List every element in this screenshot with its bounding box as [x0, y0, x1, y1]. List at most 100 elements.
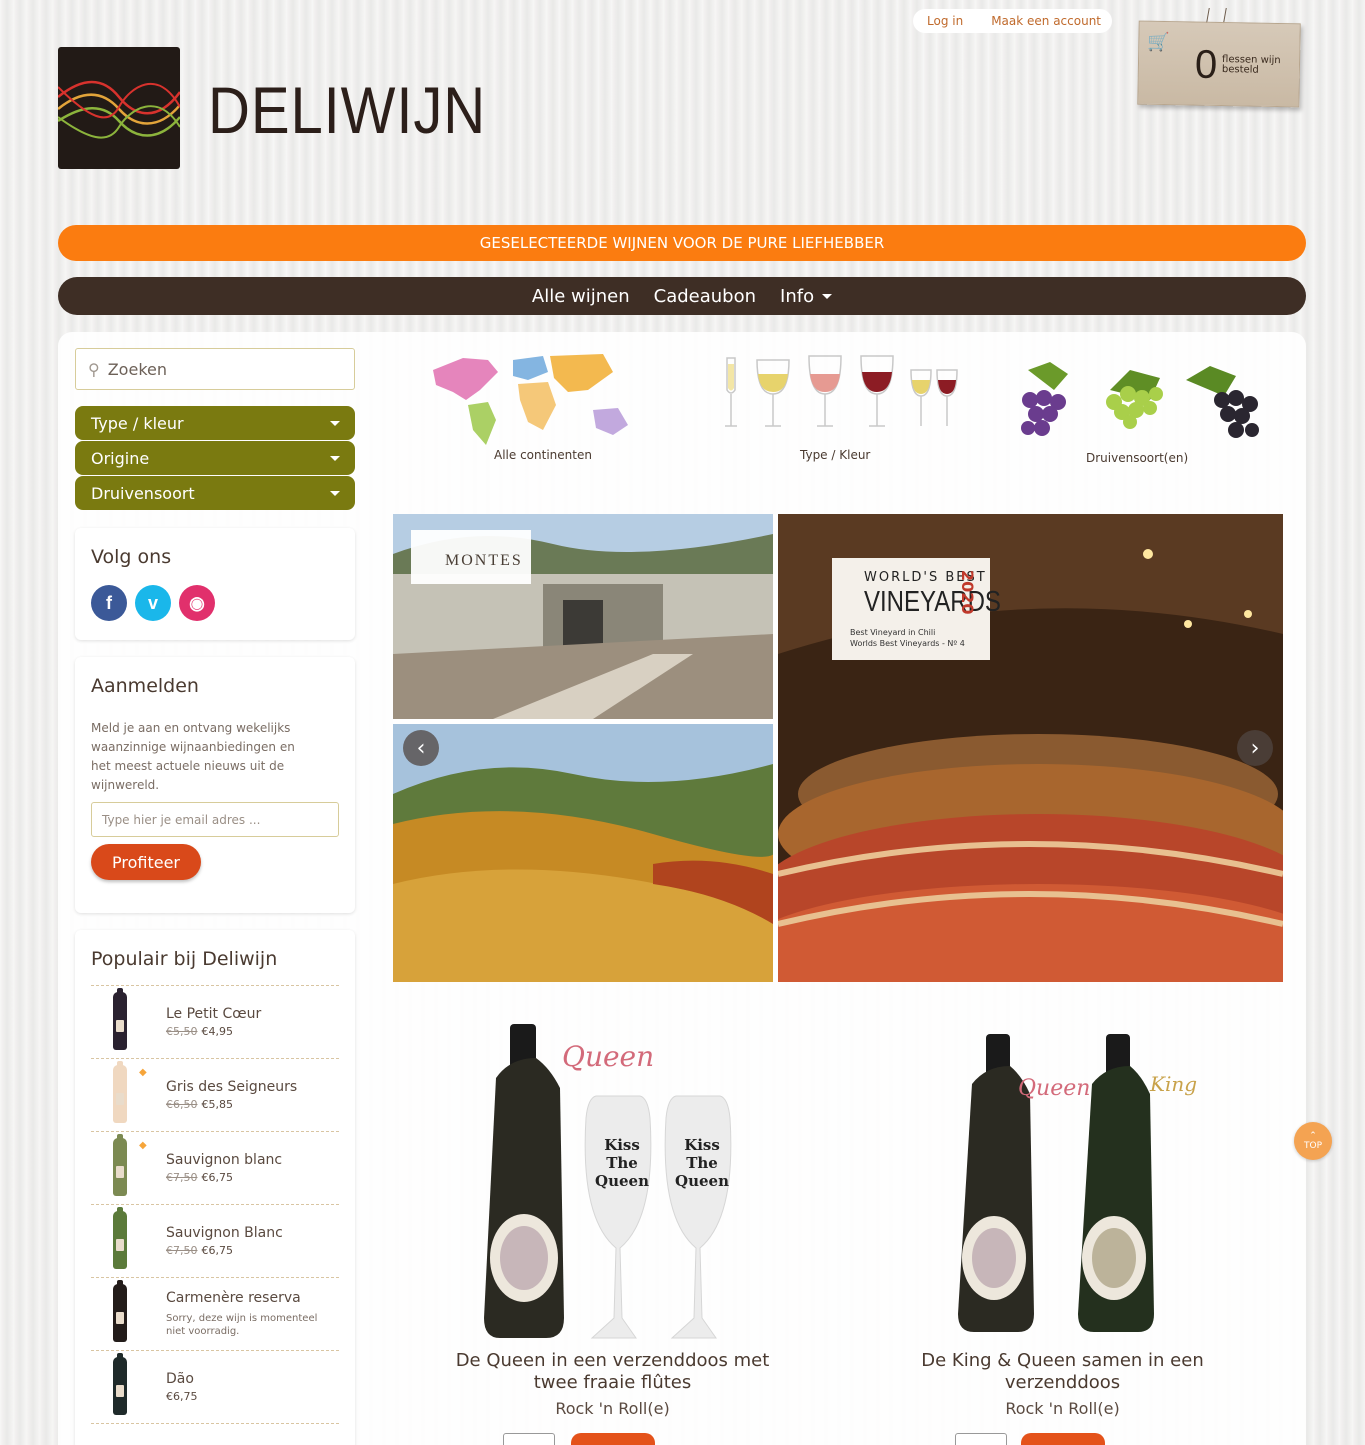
brand-name[interactable]: DELIWIJN: [208, 72, 486, 148]
new-price: €4,95: [201, 1025, 234, 1038]
tagline-banner: GESELECTEERDE WIJNEN VOOR DE PURE LIEFHE…: [58, 225, 1306, 261]
product-price: €5,50 €4,95: [166, 1025, 233, 1038]
newsletter-card: Aanmelden Meld je aan en ontvang wekelij…: [75, 657, 355, 913]
add-to-cart-button[interactable]: [571, 1433, 655, 1445]
category-type[interactable]: Type / Kleur: [715, 350, 960, 465]
filter-origin[interactable]: Origine: [75, 441, 355, 475]
cart-count: 0: [1194, 42, 1218, 87]
grapes-icon: [1021, 362, 1259, 438]
list-item[interactable]: ◆ Gris des Seigneurs €6,50 €5,85: [91, 1058, 339, 1131]
list-item[interactable]: ◆ Sauvignon blanc €7,50 €6,75: [91, 1131, 339, 1204]
login-link[interactable]: Log in: [927, 14, 963, 28]
account-links: Log in Maak een account: [913, 9, 1112, 33]
king-script: King: [1150, 1072, 1198, 1096]
nav-giftcard[interactable]: Cadeaubon: [654, 286, 756, 307]
filter-type-label: Type / kleur: [91, 413, 184, 433]
add-to-cart-button[interactable]: [1021, 1433, 1105, 1445]
cart-text: flessen wijn besteld: [1221, 54, 1281, 76]
stock-note: Sorry, deze wijn is momenteel niet voorr…: [166, 1313, 318, 1337]
bottle-image: [113, 1207, 127, 1269]
logo-mark[interactable]: [58, 47, 180, 169]
old-price: €7,50: [166, 1171, 198, 1184]
product-price: €6,50 €5,85: [166, 1098, 233, 1111]
chevron-down-icon: [822, 294, 833, 299]
glass-text: Kiss The Queen: [675, 1136, 729, 1190]
product-name[interactable]: Gris des Seigneurs: [166, 1079, 297, 1095]
popular-title: Populair bij Deliwijn: [91, 948, 278, 970]
barrel-cellar-image: WORLD'S BEST VINEYARDS 2020 Best Vineyar…: [778, 514, 1283, 982]
product-title[interactable]: De King & Queen samen in een verzenddoos: [905, 1350, 1220, 1394]
product-price: €7,50 €6,75: [166, 1171, 233, 1184]
category-label: Alle continenten: [494, 448, 592, 462]
quantity-stepper[interactable]: [503, 1433, 555, 1445]
chevron-up-icon: ⌃: [1309, 1131, 1317, 1141]
category-grapes[interactable]: Druivensoort(en): [1010, 350, 1270, 470]
popular-card: Populair bij Deliwijn Le Petit Cœur €5,5…: [75, 930, 355, 1445]
winery-building-image: MONTES: [393, 514, 773, 719]
filter-grape[interactable]: Druivensoort: [75, 476, 355, 510]
subscribe-button[interactable]: Profiteer: [91, 844, 201, 880]
vimeo-icon[interactable]: v: [135, 585, 171, 621]
search-placeholder: Zoeken: [107, 359, 167, 379]
bottle-image: [113, 1134, 127, 1196]
product-name[interactable]: Le Petit Cœur: [166, 1006, 261, 1022]
search-icon: ⚲: [88, 359, 100, 379]
instagram-icon[interactable]: ◉: [179, 585, 215, 621]
product-name[interactable]: Carmenère reserva: [166, 1290, 301, 1306]
cart-sign[interactable]: 🛒 0 flessen wijn besteld: [1137, 20, 1301, 108]
chevron-left-icon: ‹: [416, 735, 426, 761]
back-to-top-button[interactable]: ⌃ TOP: [1294, 1122, 1332, 1160]
product-card[interactable]: Queen King: [930, 1028, 1230, 1338]
list-item[interactable]: Carmenère reserva Sorry, deze wijn is mo…: [91, 1277, 339, 1350]
slider-next-button[interactable]: ›: [1237, 730, 1273, 766]
award-year: 2020: [958, 570, 977, 615]
search-input[interactable]: ⚲ Zoeken: [75, 348, 355, 390]
list-item[interactable]: [91, 1423, 339, 1445]
facebook-icon[interactable]: f: [91, 585, 127, 621]
filter-grape-label: Druivensoort: [91, 483, 195, 503]
sale-tag-icon: ◆: [139, 1140, 147, 1151]
email-field[interactable]: Type hier je email adres ...: [91, 802, 339, 837]
chevron-down-icon: [330, 456, 340, 461]
bottle-image: [113, 1280, 127, 1342]
product-subtitle: Rock 'n Roll(e): [1005, 1399, 1120, 1418]
product-subtitle: Rock 'n Roll(e): [555, 1399, 670, 1418]
filter-type[interactable]: Type / kleur: [75, 406, 355, 440]
list-item[interactable]: Le Petit Cœur €5,50 €4,95: [91, 985, 339, 1058]
list-item[interactable]: Sauvignon Blanc €7,50 €6,75: [91, 1204, 339, 1277]
chevron-down-icon: [330, 421, 340, 426]
list-item[interactable]: Dão €6,75: [91, 1350, 339, 1423]
follow-title: Volg ons: [91, 546, 172, 568]
product-name[interactable]: Sauvignon blanc: [166, 1152, 282, 1168]
product-title[interactable]: De Queen in een verzenddoos met twee fra…: [450, 1350, 775, 1394]
product-name[interactable]: Sauvignon Blanc: [166, 1225, 283, 1241]
chevron-right-icon: ›: [1250, 735, 1260, 761]
register-link[interactable]: Maak een account: [991, 14, 1101, 28]
wine-glasses-icon: [725, 355, 958, 427]
nav-all-wines[interactable]: Alle wijnen: [532, 286, 630, 307]
nav-info-label: Info: [780, 285, 815, 307]
queen-script: Queen: [562, 1040, 655, 1073]
chevron-down-icon: [330, 491, 340, 496]
sale-tag-icon: ◆: [139, 1067, 147, 1078]
montes-logo-text: MONTES: [445, 552, 523, 569]
old-price: €5,50: [166, 1025, 198, 1038]
new-price: €6,75: [201, 1171, 234, 1184]
slider-prev-button[interactable]: ‹: [403, 730, 439, 766]
filter-origin-label: Origine: [91, 448, 150, 468]
category-label: Type / Kleur: [800, 448, 871, 462]
category-continents[interactable]: Alle continenten: [418, 350, 658, 465]
new-price: €5,85: [201, 1098, 234, 1111]
product-name[interactable]: Dão: [166, 1371, 194, 1387]
world-map-icon: [433, 354, 628, 445]
main-nav: Alle wijnen Cadeaubon Info: [58, 277, 1306, 315]
newsletter-text: Meld je aan en ontvang wekelijks waanzin…: [91, 721, 295, 792]
old-price: €7,50: [166, 1244, 198, 1257]
hero-slider[interactable]: MONTES WORLD'S BEST VINEYARDS 2020 Best …: [393, 514, 1283, 982]
nav-info[interactable]: Info: [780, 285, 833, 307]
award-line1: Best Vineyard in Chili: [850, 628, 936, 637]
product-card[interactable]: Queen Kiss The Queen Kiss The Queen: [460, 1018, 770, 1348]
quantity-stepper[interactable]: [955, 1433, 1007, 1445]
bottle-image: [113, 1061, 127, 1123]
top-label: TOP: [1303, 1141, 1322, 1151]
